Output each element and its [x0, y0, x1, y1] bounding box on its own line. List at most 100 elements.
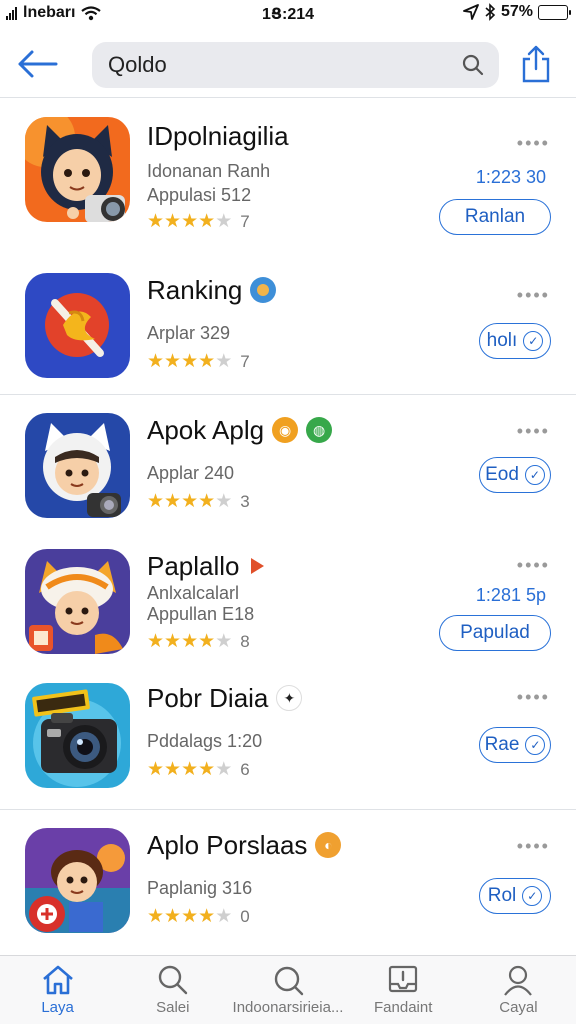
app-name-text: Apok Aplg — [147, 415, 265, 445]
list-item[interactable]: Aplo Porslaas ◐ Paplanig 316 ★ ★ ★ ★ ★ 0 •••… — [0, 810, 576, 948]
action-button[interactable]: Rae ✓ — [479, 727, 551, 763]
star-rating: ★ ★ ★ ★ ★ 6 — [147, 759, 437, 781]
person-icon — [504, 965, 533, 996]
star-icon: ★ — [147, 759, 165, 780]
app-name: Pobr Diaia ✦ — [147, 681, 437, 715]
action-label: Papulad — [460, 622, 530, 643]
star-icon: ★ — [181, 351, 199, 372]
app-info: Pobr Diaia ✦ Pddalags 1:20 ★ ★ ★ ★ ★ 6 — [147, 681, 437, 781]
list-item[interactable]: Apok Aplg ◉ ◍ Applar 240 ★ ★ ★ ★ ★ 3 •••• Eo… — [0, 395, 576, 535]
more-options-icon[interactable]: •••• — [517, 836, 550, 857]
tab-bar: Laya Salei Indoonarsirieia... Fandaint C… — [0, 955, 576, 1024]
status-bar: lnebarı 1Ց:214 57% — [0, 0, 576, 28]
tab-label: Cayal — [499, 999, 538, 1016]
share-icon — [522, 45, 550, 83]
star-icon: ★ — [198, 906, 216, 927]
app-category: Appulasi 512 — [147, 185, 252, 205]
tab-search[interactable]: Salei — [115, 956, 230, 1024]
home-icon — [42, 965, 73, 995]
star-icon: ★ — [147, 491, 165, 512]
tab-inbox[interactable]: Fandaint — [346, 956, 461, 1024]
action-button[interactable]: Eod ✓ — [479, 457, 551, 493]
app-icon-cat-helmet — [25, 413, 130, 518]
star-icon: ★ — [164, 491, 182, 512]
list-item[interactable]: Ranking Arplar 329 ★ ★ ★ ★ ★ 7 •••• holı ✓ — [0, 249, 576, 395]
star-icon: ★ — [181, 491, 199, 512]
star-rating: ★ ★ ★ ★ ★ 3 — [147, 491, 437, 513]
star-icon: ★ — [181, 211, 199, 232]
app-name-text: Ranking — [147, 275, 243, 305]
action-button[interactable]: Rol ✓ — [479, 878, 551, 914]
star-icon: ★ — [181, 631, 199, 652]
checkmark-icon: ✓ — [524, 465, 545, 485]
battery-percent: 57% — [500, 3, 533, 20]
app-name: Aplo Porslaas ◐ — [147, 828, 437, 862]
star-icon: ★ — [198, 351, 216, 372]
more-options-icon[interactable]: •••• — [517, 555, 550, 576]
star-empty-icon: ★ — [215, 491, 233, 512]
list-item[interactable]: Pobr Diaia ✦ Pddalags 1:20 ★ ★ ★ ★ ★ 6 •••• … — [0, 675, 576, 810]
tab-home[interactable]: Laya — [0, 956, 115, 1024]
star-icon: ★ — [198, 631, 216, 652]
app-icon-tiger-hat — [25, 549, 130, 654]
star-empty-icon: ★ — [215, 631, 233, 652]
star-icon: ★ — [198, 759, 216, 780]
app-icon-camera — [25, 683, 130, 788]
battery-icon — [538, 4, 571, 20]
star-icon: ★ — [147, 906, 165, 927]
action-label: Ranlan — [464, 206, 526, 227]
tab-profile[interactable]: Cayal — [461, 956, 576, 1024]
arrow-left-icon — [18, 50, 58, 78]
search-field[interactable] — [92, 42, 499, 88]
more-options-icon[interactable]: •••• — [517, 285, 550, 306]
rating-count: 7 — [240, 212, 250, 231]
share-button[interactable] — [516, 42, 556, 86]
app-info: Apok Aplg ◉ ◍ Applar 240 ★ ★ ★ ★ ★ 3 — [147, 413, 437, 513]
star-icon: ★ — [164, 906, 182, 927]
app-name: Paplallo — [147, 549, 437, 583]
more-options-icon[interactable]: •••• — [517, 133, 550, 154]
bluetooth-icon — [485, 3, 496, 21]
action-button[interactable]: holı ✓ — [479, 323, 551, 359]
star-icon: ★ — [198, 491, 216, 512]
star-half-icon: ★ — [215, 759, 233, 780]
list-item[interactable]: IDpolniagilia Idonanan Ranh Appulasi 512… — [0, 99, 576, 249]
star-icon: ★ — [181, 759, 199, 780]
coin-badge-icon: ◐ — [315, 832, 342, 858]
star-icon: ★ — [198, 211, 216, 232]
action-label: holı — [486, 330, 518, 351]
rating-count: 6 — [240, 760, 250, 779]
more-options-icon[interactable]: •••• — [517, 421, 550, 442]
app-subtitle: Idonanan Ranh — [147, 161, 271, 181]
action-button[interactable]: Ranlan — [439, 199, 551, 235]
action-label: Eod — [485, 464, 519, 485]
search-icon[interactable] — [461, 53, 485, 77]
star-icon: ★ — [147, 351, 165, 372]
app-info: IDpolniagilia Idonanan Ranh Appulasi 512… — [147, 119, 437, 233]
rating-count: 0 — [240, 907, 250, 926]
app-icon-orange-emblem — [25, 273, 130, 378]
rating-count: 7 — [240, 352, 250, 371]
app-name-text: Paplallo — [147, 551, 240, 581]
app-name-text: Aplo Porslaas — [147, 830, 308, 860]
star-half-icon: ★ — [215, 211, 233, 232]
more-options-icon[interactable]: •••• — [517, 687, 550, 708]
android-badge-icon: ◍ — [306, 417, 333, 443]
inbox-icon — [389, 965, 418, 993]
rating-count: 8 — [240, 632, 250, 651]
app-info: Ranking Arplar 329 ★ ★ ★ ★ ★ 7 — [147, 273, 437, 373]
fire-badge-icon: ◉ — [272, 417, 299, 443]
rating-count: 3 — [240, 492, 250, 511]
play-badge-icon — [250, 558, 264, 574]
star-rating: ★ ★ ★ ★ ★ 7 — [147, 211, 437, 233]
search-input[interactable] — [108, 52, 461, 78]
search-icon — [158, 965, 187, 995]
app-icon-cat-hood — [25, 117, 130, 222]
back-button[interactable] — [12, 44, 62, 84]
tab-explore[interactable]: Indoonarsirieia... — [230, 956, 345, 1024]
app-info: Aplo Porslaas ◐ Paplanig 316 ★ ★ ★ ★ ★ 0 — [147, 828, 437, 928]
action-button[interactable]: Papulad — [439, 615, 551, 651]
tab-label: Salei — [156, 999, 190, 1016]
list-item[interactable]: Paplallo Anlxalcalarl Appullan E18 ★ ★ ★ ★ ★… — [0, 535, 576, 675]
star-rating: ★ ★ ★ ★ ★ 7 — [147, 351, 437, 373]
